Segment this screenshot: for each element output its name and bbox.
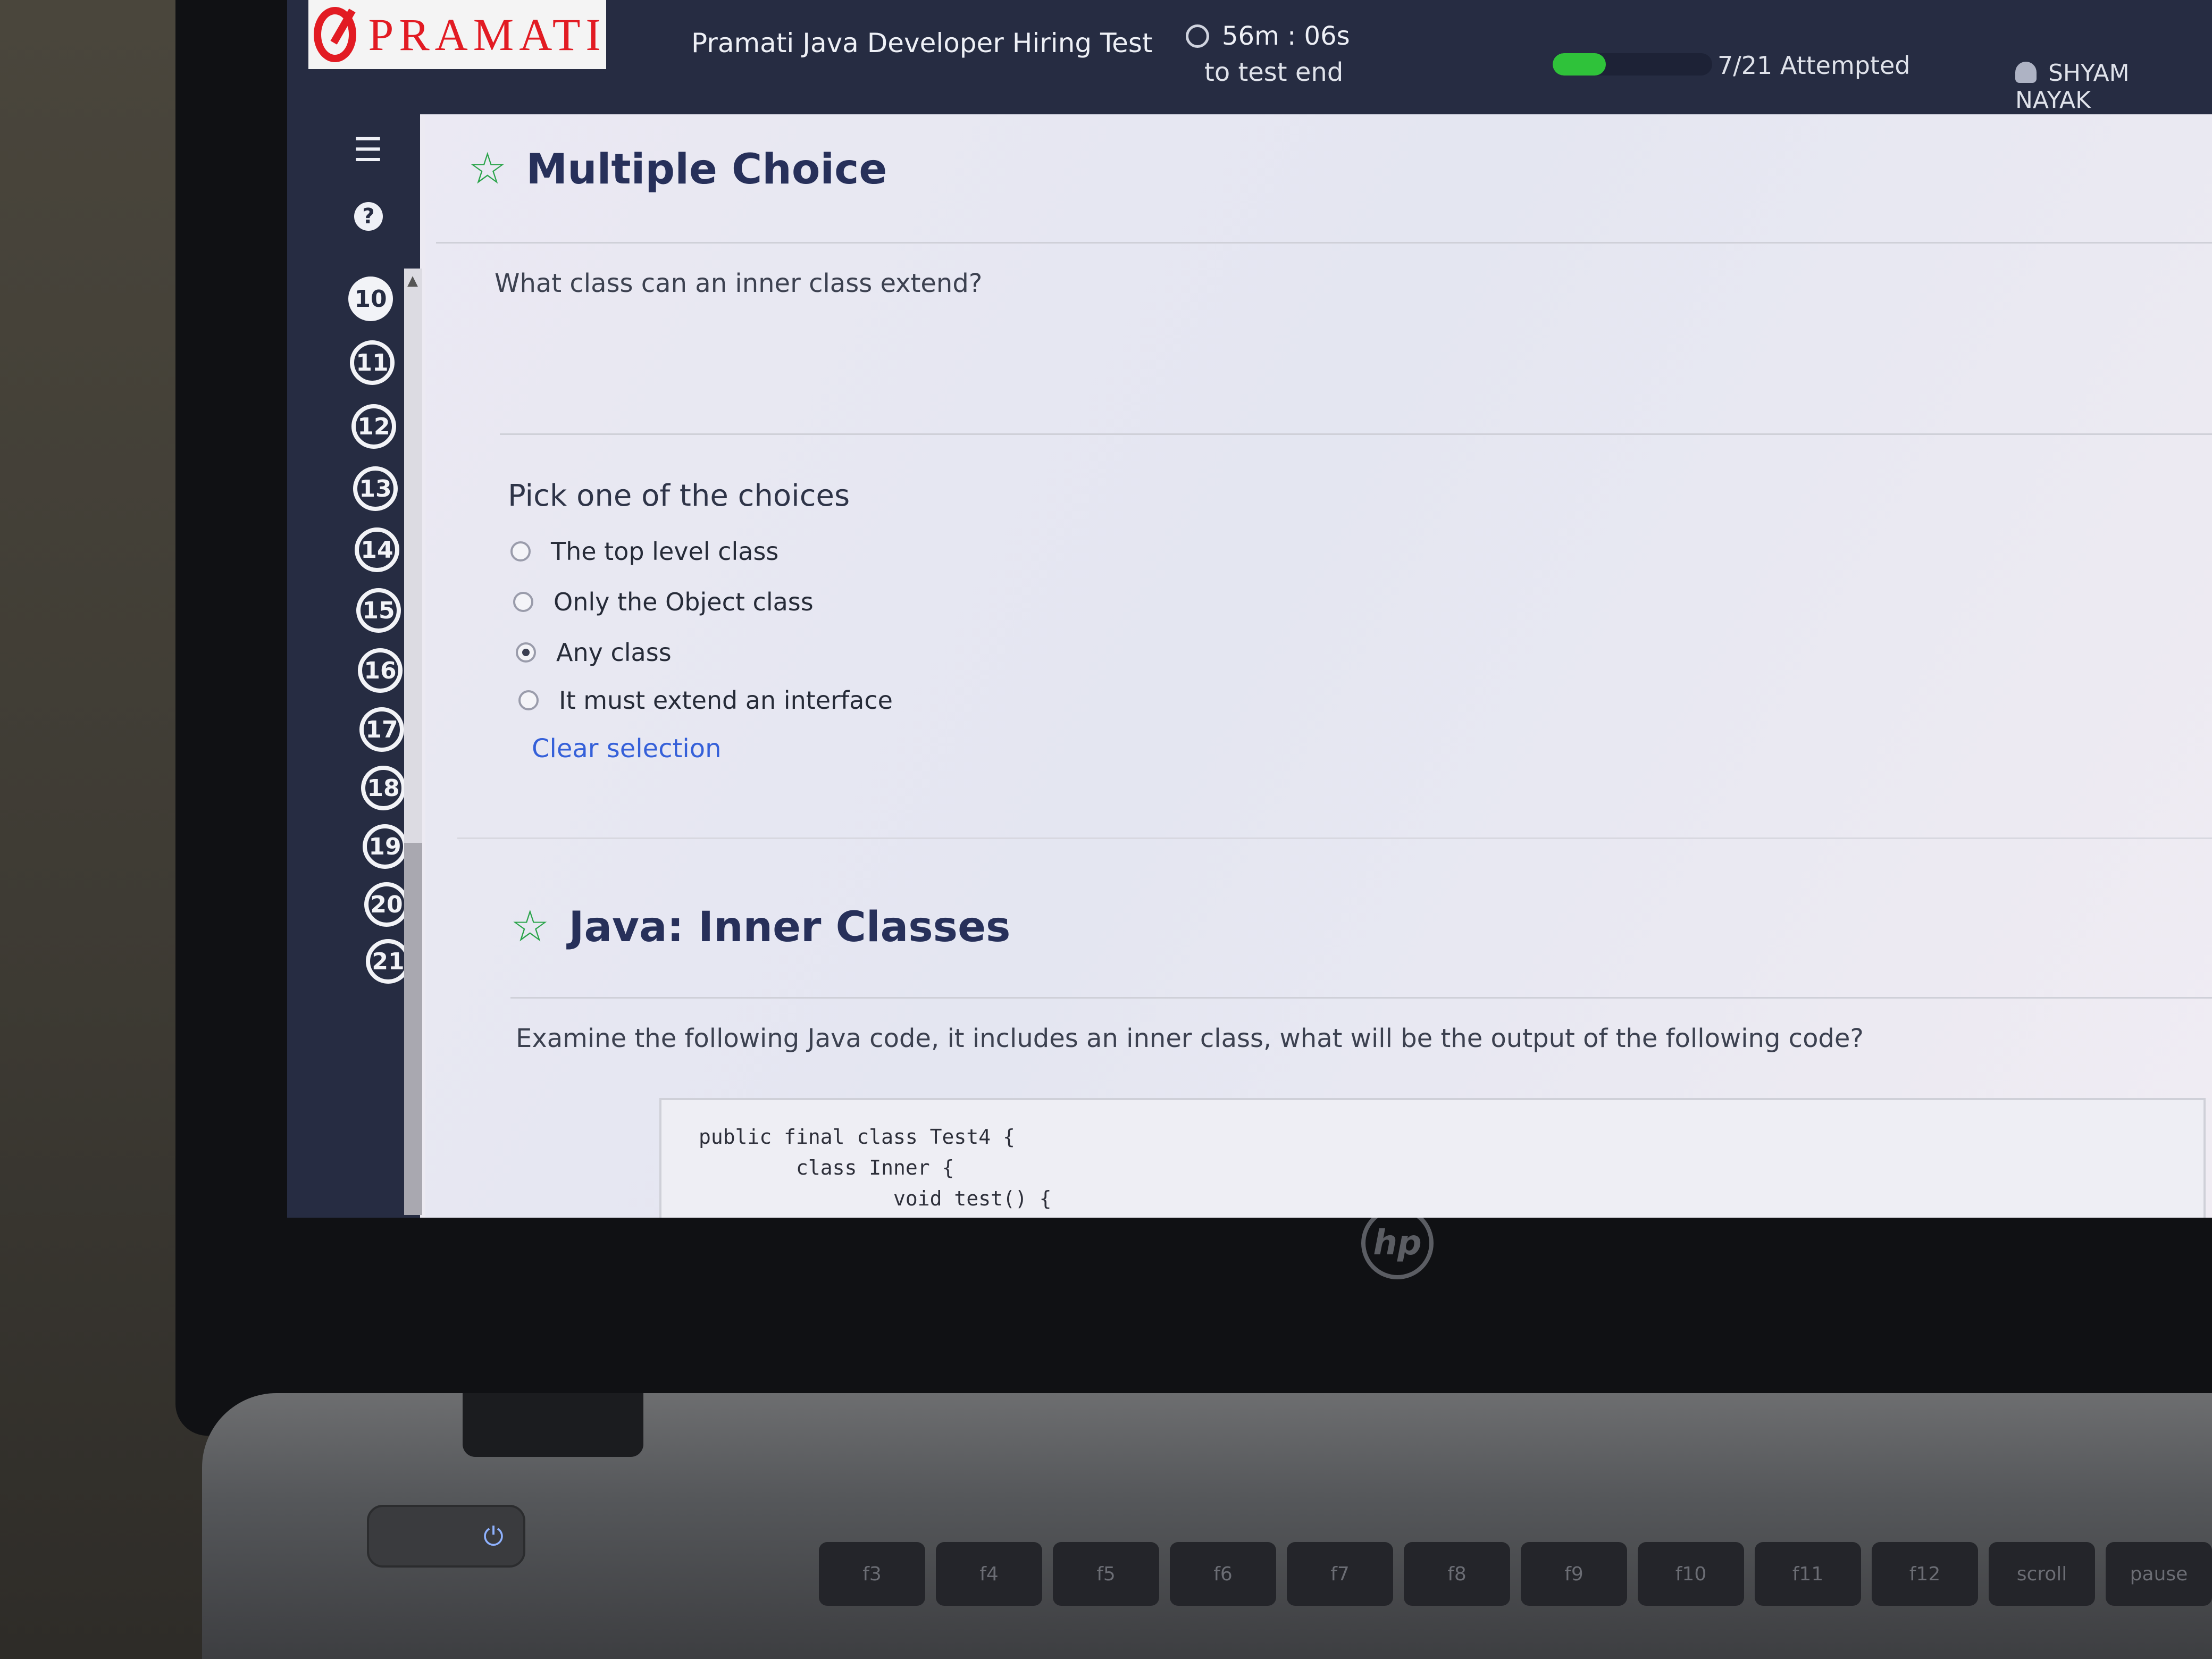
key[interactable]: f8: [1404, 1542, 1510, 1606]
question-type-label: Multiple Choice: [526, 146, 887, 194]
question-nav-20[interactable]: 20: [364, 882, 409, 927]
code-snippet: public final class Test4 { class Inner {…: [659, 1098, 2206, 1218]
question-nav-12[interactable]: 12: [351, 404, 396, 449]
clear-selection-link[interactable]: Clear selection: [532, 734, 722, 764]
attempted-count: 7/21 Attempted: [1717, 51, 1911, 80]
test-title: Pramati Java Developer Hiring Test: [691, 28, 1153, 58]
scroll-up-icon[interactable]: ▲: [407, 273, 418, 289]
question-text: What class can an inner class extend?: [495, 269, 983, 298]
scrollbar-thumb[interactable]: [404, 843, 422, 1215]
choice-option-4[interactable]: It must extend an interface: [518, 686, 893, 715]
question-nav-13[interactable]: 13: [353, 466, 398, 511]
choices-heading: Pick one of the choices: [508, 479, 850, 513]
divider: [457, 837, 2212, 839]
question-nav-18[interactable]: 18: [361, 766, 406, 810]
question-nav-16[interactable]: 16: [358, 648, 403, 693]
key[interactable]: f12: [1872, 1542, 1978, 1606]
radio-button[interactable]: [513, 592, 533, 612]
choice-option-2[interactable]: Only the Object class: [513, 588, 814, 616]
question-nav-14[interactable]: 14: [355, 527, 399, 572]
question-type-title: ☆ Multiple Choice: [468, 144, 887, 194]
laptop-screen: PRAMATI Pramati Java Developer Hiring Te…: [287, 0, 2212, 1218]
brand-name: PRAMATI: [368, 9, 606, 60]
user-menu[interactable]: SHYAM NAYAK: [2015, 60, 2212, 114]
hp-logo: hp: [1361, 1207, 1434, 1279]
radio-button[interactable]: [510, 541, 531, 562]
key[interactable]: scroll: [1989, 1542, 2095, 1606]
progress-fill: [1553, 53, 1606, 76]
key[interactable]: pause: [2106, 1542, 2212, 1606]
question-sidebar: ☰ ? 10 11 12 13 14 15 16 17 18 19 20 21 …: [287, 114, 422, 1218]
code-block: public final class Test4 { class Inner {…: [699, 1121, 1051, 1214]
question-text: Examine the following Java code, it incl…: [516, 1024, 1864, 1053]
timer: 56m : 06s: [1186, 21, 1350, 51]
key[interactable]: f7: [1287, 1542, 1393, 1606]
question-type-label: Java: Inner Classes: [568, 903, 1011, 951]
key[interactable]: f5: [1053, 1542, 1159, 1606]
question-type-title: ☆ Java: Inner Classes: [510, 901, 1010, 952]
code-line: public final class Test4 {: [699, 1125, 1015, 1149]
clock-icon: [1186, 24, 1209, 48]
question-nav-10[interactable]: 10: [348, 276, 393, 321]
star-bookmark-icon[interactable]: ☆: [468, 144, 507, 194]
laptop-hinge: [463, 1393, 643, 1457]
attempt-progress-bar: [1553, 53, 1712, 76]
choice-option-1[interactable]: The top level class: [510, 537, 778, 566]
choice-option-3[interactable]: Any class: [516, 638, 672, 667]
key[interactable]: f9: [1521, 1542, 1627, 1606]
user-icon: [2015, 62, 2037, 83]
code-line: void test() {: [699, 1187, 1052, 1210]
help-icon[interactable]: ?: [354, 202, 383, 231]
code-line: class Inner {: [699, 1156, 954, 1179]
keyboard-row: f3 f4 f5 f6 f7 f8 f9 f10 f11 f12 scroll …: [670, 1542, 2212, 1659]
question-nav-11[interactable]: 11: [350, 340, 395, 385]
key[interactable]: f11: [1755, 1542, 1861, 1606]
divider: [500, 433, 2212, 435]
question-nav-15[interactable]: 15: [356, 588, 401, 633]
divider: [510, 997, 2212, 999]
key[interactable]: f6: [1170, 1542, 1276, 1606]
choice-label: Any class: [556, 638, 672, 667]
timer-caption: to test end: [1204, 57, 1344, 87]
star-bookmark-icon[interactable]: ☆: [510, 901, 550, 952]
radio-button-selected[interactable]: [516, 642, 536, 663]
key[interactable]: f3: [819, 1542, 925, 1606]
question-panel: ☆ Multiple Choice What class can an inner…: [425, 114, 2212, 1218]
timer-value: 56m : 06s: [1222, 21, 1350, 51]
top-bar: PRAMATI Pramati Java Developer Hiring Te…: [287, 0, 2212, 114]
power-button[interactable]: ⏻: [367, 1505, 525, 1568]
key[interactable]: f4: [936, 1542, 1042, 1606]
radio-button[interactable]: [518, 690, 539, 710]
choice-label: The top level class: [551, 537, 779, 566]
key[interactable]: f10: [1638, 1542, 1744, 1606]
sidebar-scrollbar[interactable]: ▲: [404, 269, 422, 1215]
divider: [436, 242, 2212, 244]
brand-logo[interactable]: PRAMATI: [308, 0, 606, 69]
list-icon[interactable]: ☰: [348, 130, 388, 170]
choice-label: It must extend an interface: [559, 686, 893, 715]
brand-mark-icon: [314, 7, 357, 62]
power-icon: ⏻: [483, 1522, 504, 1552]
choice-label: Only the Object class: [554, 588, 814, 616]
question-nav-17[interactable]: 17: [359, 707, 404, 752]
question-nav-19[interactable]: 19: [363, 824, 407, 869]
